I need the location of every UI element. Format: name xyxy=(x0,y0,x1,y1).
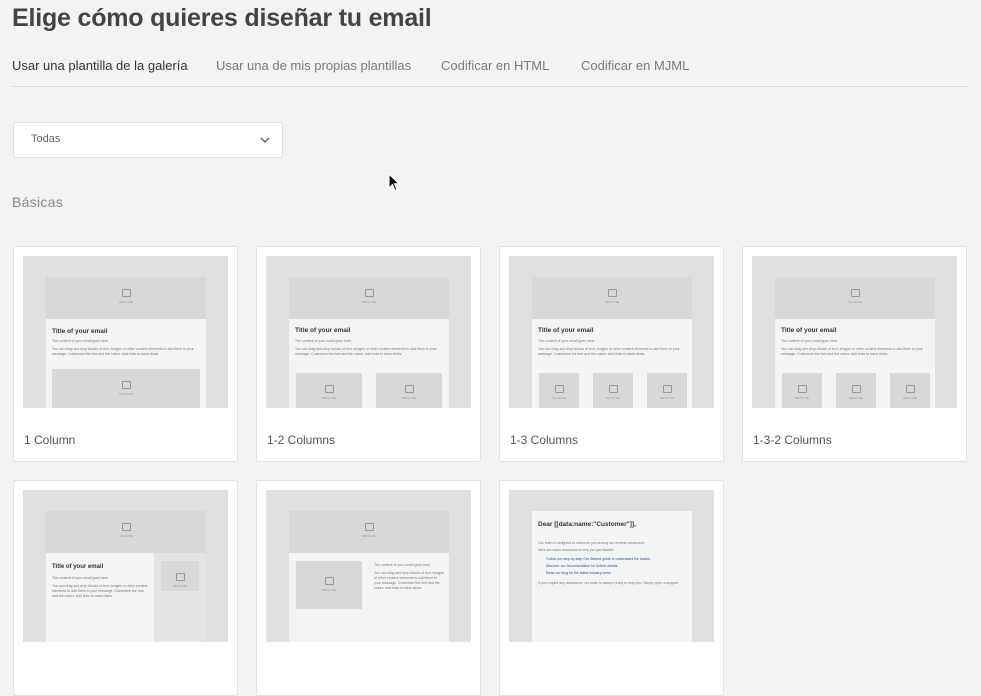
preview-text: The content of your email goes here. xyxy=(295,339,353,343)
category-filter-select[interactable]: Todas xyxy=(13,122,283,158)
preview-text: You can drag and drop blocks of text, im… xyxy=(52,347,194,356)
image-icon xyxy=(325,577,334,585)
preview-text: The content of your email goes here. xyxy=(52,339,110,343)
image-placeholder: DROP ME xyxy=(532,277,692,319)
preview-text: The content of your email goes here. xyxy=(538,339,596,343)
template-thumbnail: Dear [[data:name:"Customer"]], Our team … xyxy=(509,490,714,642)
image-placeholder: DROP ME xyxy=(836,373,876,408)
image-icon xyxy=(851,289,860,297)
image-icon xyxy=(365,523,374,531)
preview-heading: Dear [[data:name:"Customer"]], xyxy=(538,521,636,528)
preview-heading: Title of your email xyxy=(781,327,837,334)
template-card-1-3-2-columns[interactable]: DROP ME Title of your email The content … xyxy=(742,246,967,462)
image-icon xyxy=(608,289,617,297)
preview-text: Here are some resources to help you get … xyxy=(538,548,615,552)
image-icon xyxy=(555,385,564,393)
preview-link: Discover our Documentation for further d… xyxy=(546,564,618,568)
tab-code-mjml[interactable]: Codificar en MJML xyxy=(581,58,689,73)
template-card-1-column[interactable]: DROP ME Title of your email The content … xyxy=(13,246,238,462)
template-thumbnail: DROP ME Title of your email The content … xyxy=(23,256,228,408)
preview-link: Read our blog for the latest industry ne… xyxy=(546,571,611,575)
image-placeholder: DROP ME xyxy=(775,277,935,319)
template-card-5[interactable]: DROP ME Title of your email The content … xyxy=(13,480,238,696)
image-placeholder: DROP ME xyxy=(46,277,206,319)
image-icon xyxy=(122,381,131,389)
image-icon xyxy=(609,385,618,393)
template-thumbnail: DROP ME DROP ME The content of your emai… xyxy=(266,490,471,642)
template-name: 1 Column xyxy=(24,433,76,447)
tab-gallery-template[interactable]: Usar una plantilla de la galería xyxy=(12,58,188,73)
preview-text: The content of your email goes here. xyxy=(52,576,110,580)
template-source-tabs: Usar una plantilla de la galería Usar un… xyxy=(12,58,967,87)
image-placeholder: DROP ME xyxy=(647,373,687,408)
chevron-down-icon xyxy=(260,137,270,143)
preview-text: You can drag and drop blocks of text, im… xyxy=(781,347,923,356)
template-thumbnail: DROP ME Title of your email The content … xyxy=(23,490,228,642)
tab-own-templates[interactable]: Usar una de mis propias plantillas xyxy=(216,58,411,73)
template-name: 1-3-2 Columns xyxy=(753,433,832,447)
image-placeholder: DROP ME xyxy=(52,369,200,408)
preview-heading: Title of your email xyxy=(538,327,594,334)
tab-code-html[interactable]: Codificar en HTML xyxy=(441,58,549,73)
image-icon xyxy=(122,523,131,531)
preview-text: You can drag and drop blocks of text, im… xyxy=(52,584,148,598)
image-placeholder: DROP ME xyxy=(161,561,199,591)
template-card-6[interactable]: DROP ME DROP ME The content of your emai… xyxy=(256,480,481,696)
image-icon xyxy=(405,385,414,393)
image-icon xyxy=(663,385,672,393)
image-placeholder: DROP ME xyxy=(296,561,362,609)
image-icon xyxy=(906,385,915,393)
preview-text: The content of your email goes here. xyxy=(781,339,839,343)
preview-link: Follow our step-by-step Get Started guid… xyxy=(546,557,650,561)
preview-heading: Title of your email xyxy=(295,327,351,334)
template-card-7[interactable]: Dear [[data:name:"Customer"]], Our team … xyxy=(499,480,724,696)
template-card-1-2-columns[interactable]: DROP ME Title of your email The content … xyxy=(256,246,481,462)
image-placeholder: DROP ME xyxy=(289,511,449,553)
mouse-pointer-icon xyxy=(388,173,400,192)
image-placeholder: DROP ME xyxy=(539,373,579,408)
image-icon xyxy=(176,573,185,581)
image-icon xyxy=(325,385,334,393)
image-placeholder: DROP ME xyxy=(593,373,633,408)
image-placeholder: DROP ME xyxy=(890,373,930,408)
preview-text: You can drag and drop blocks of text, im… xyxy=(295,347,437,356)
image-icon xyxy=(852,385,861,393)
image-icon xyxy=(365,289,374,297)
preview-text: You can drag and drop blocks of text, im… xyxy=(538,347,680,356)
side-panel: DROP ME xyxy=(154,553,206,642)
template-thumbnail: DROP ME Title of your email The content … xyxy=(509,256,714,408)
template-card-1-3-columns[interactable]: DROP ME Title of your email The content … xyxy=(499,246,724,462)
preview-heading: Title of your email xyxy=(52,564,104,570)
template-thumbnail: DROP ME Title of your email The content … xyxy=(752,256,957,408)
template-name: 1-3 Columns xyxy=(510,433,579,447)
template-thumbnail: DROP ME Title of your email The content … xyxy=(266,256,471,408)
preview-text: The content of your email goes here. xyxy=(374,563,432,567)
page-title: Elige cómo quieres diseñar tu email xyxy=(12,4,432,32)
image-placeholder: DROP ME xyxy=(46,511,206,553)
image-placeholder: DROP ME xyxy=(296,373,362,408)
preview-heading: Title of your email xyxy=(52,328,108,335)
preview-text: If you require any assistance, our team … xyxy=(538,581,679,585)
image-placeholder: DROP ME xyxy=(376,373,442,408)
image-placeholder: DROP ME xyxy=(289,277,449,319)
section-title-basic: Básicas xyxy=(12,194,64,210)
image-icon xyxy=(122,289,131,297)
category-filter-value: Todas xyxy=(31,133,61,145)
preview-text: You can drag and drop blocks of text, im… xyxy=(374,571,444,590)
image-placeholder: DROP ME xyxy=(782,373,822,408)
template-name: 1-2 Columns xyxy=(267,433,336,447)
image-icon xyxy=(798,385,807,393)
preview-text: Our team is delighted to welcome you amo… xyxy=(538,541,645,545)
